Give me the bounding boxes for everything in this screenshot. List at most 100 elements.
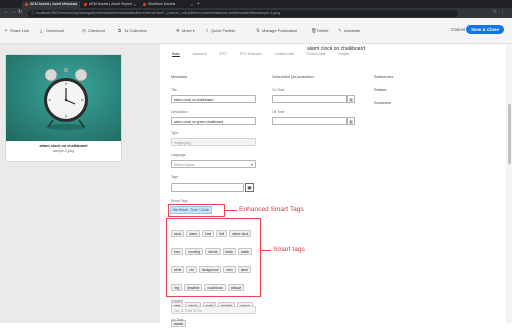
smart-tag[interactable]: minute [204, 247, 221, 255]
alarm-clock-image [44, 68, 88, 130]
smart-tags-annotation: Smart tags [273, 246, 305, 253]
chevron-down-icon: ▾ [250, 162, 253, 167]
metadata-tabs: Basic Advanced IPTC IPTC Extension Camer… [172, 52, 361, 57]
download-icon: ⤓ [40, 28, 42, 33]
tab-camera-data[interactable]: Camera Data [275, 52, 294, 56]
smart-tag[interactable]: clock [171, 229, 185, 237]
smart-tag[interactable]: time [202, 229, 215, 237]
asset-filename: sample-2.jpeg [52, 149, 75, 153]
created-field: Oct 11 2018 17:24 [171, 306, 256, 314]
checkout-button[interactable]: ⊟ Checkout [82, 28, 105, 34]
manage-publication-button[interactable]: ⇅ Manage Publication [256, 28, 297, 34]
smart-tag[interactable]: old [186, 265, 197, 273]
smart-tag[interactable]: alarm clock [229, 229, 252, 237]
annotate-button[interactable]: ✎ Annotate [338, 28, 360, 34]
smart-tag[interactable]: white [171, 265, 185, 273]
close-tab-icon[interactable]: × [134, 2, 136, 7]
tab-product-data[interactable]: Product Data [307, 52, 326, 56]
asset-card[interactable]: alarm clock on chalkboard sample-2.jpeg [5, 54, 122, 162]
to-collection-button[interactable]: ⧉ To Collection [118, 28, 147, 33]
back-icon[interactable]: ← [4, 9, 9, 15]
page-scrollbar[interactable] [506, 44, 512, 323]
type-label: Type [171, 131, 179, 135]
move-button[interactable]: ✥ Move ▾ [176, 28, 194, 34]
smart-tag[interactable]: background [198, 265, 222, 273]
smart-tag[interactable]: black [222, 247, 236, 255]
link-icon: ⚭ [4, 28, 8, 33]
type-field: image/jpeg [171, 138, 256, 146]
browser-tab-asset-metadata[interactable]: AEM Assets | Asset Metadata × [22, 1, 80, 8]
smart-tags-label: Smart Tags [171, 199, 188, 203]
references-section-title: References [374, 75, 394, 79]
browser-menu-icons[interactable]: ☆⋮ [493, 9, 508, 15]
annotate-icon: ✎ [338, 28, 342, 33]
calendar-icon[interactable]: ▦ [347, 95, 355, 103]
tab-insights[interactable]: Insights [338, 52, 349, 56]
calendar-icon[interactable]: ▦ [347, 117, 355, 125]
schedule-section-title: Scheduled (de)activation [272, 75, 314, 79]
smart-tag[interactable]: morning [185, 247, 203, 255]
tab-iptc[interactable]: IPTC [220, 52, 227, 56]
related-label: Related [374, 88, 387, 92]
off-time-field[interactable] [272, 117, 347, 125]
aem-favicon-icon [143, 3, 146, 6]
asset-thumbnail [6, 55, 121, 141]
tags-input[interactable] [171, 183, 244, 192]
language-label: Language [171, 153, 186, 157]
browser-tab-bar: AEM Assets | Asset Metadata × AEM Assets… [0, 0, 512, 8]
scrollbar-thumb[interactable] [507, 104, 511, 164]
aem-favicon-icon [25, 3, 28, 6]
on-time-field[interactable] [272, 95, 347, 103]
smart-tag[interactable]: hour [171, 247, 184, 255]
browser-tab-asset-report[interactable]: AEM Assets | Asset Report × [81, 1, 139, 8]
smart-tag[interactable]: antique [227, 283, 245, 291]
smart-tag[interactable]: bell [216, 229, 228, 237]
metadata-section-title: Metadata [171, 75, 187, 79]
language-select[interactable]: Select Option ▾ [171, 160, 256, 168]
delete-button[interactable]: 🗑Delete [311, 28, 329, 34]
action-toolbar: ⚭ Share Link ⤓ Download ⊟ Checkout ⧉ To Coll… [0, 18, 512, 44]
manage-publication-icon: ⇅ [256, 28, 260, 33]
aem-favicon-icon [84, 3, 87, 6]
enhanced-smart-tags-annotation: Enhanced Smart Tags [239, 206, 304, 213]
move-icon: ✥ [176, 28, 180, 33]
description-field[interactable]: alarm clock on green chalkboard [171, 117, 256, 125]
tag-browse-icon[interactable]: ▣ [245, 183, 254, 192]
collection-icon: ⧉ [118, 28, 122, 33]
tab-advanced[interactable]: Advanced [193, 52, 207, 56]
smart-tag[interactable]: alarm [186, 229, 201, 237]
download-button[interactable]: ⤓ Download [40, 28, 64, 33]
quick-publish-button[interactable]: ⇪ Quick Publish [205, 28, 235, 34]
on-time-label-bottom: On Time [171, 318, 184, 322]
cancel-button[interactable]: Cancel [451, 27, 465, 32]
save-close-button[interactable]: Save & Close [466, 25, 504, 34]
on-time-label: On Time [272, 88, 285, 92]
smart-tag[interactable]: ring [171, 283, 183, 291]
tags-label: Tags [171, 175, 178, 179]
close-tab-icon[interactable]: × [75, 2, 77, 7]
chevron-down-icon: ▾ [191, 29, 195, 33]
smart-tag[interactable]: watch [237, 247, 253, 255]
smart-tag[interactable]: retro [223, 265, 236, 273]
title-field[interactable]: alarm clock on chalkboard [171, 95, 256, 103]
title-label: Title [171, 88, 178, 92]
created-label: Created [171, 299, 183, 303]
tab-basic[interactable]: Basic [172, 52, 180, 57]
description-label: Description [171, 110, 188, 114]
enhanced-annotation-line [225, 210, 237, 211]
forward-icon[interactable]: → [11, 9, 16, 15]
checkout-icon: ⊟ [82, 28, 86, 33]
browser-tab-workflow-models[interactable]: Workflow Models × [140, 1, 196, 8]
new-tab-icon[interactable]: + [197, 1, 200, 7]
close-tab-icon[interactable]: × [191, 2, 193, 7]
share-link-button[interactable]: ⚭ Share Link [4, 28, 29, 34]
smart-tag[interactable]: timer [237, 265, 252, 273]
smart-tag[interactable]: countdown [204, 283, 226, 291]
url-field[interactable]: ⓘ localhost:4502/mnt/overlay/dam/gui/con… [28, 9, 458, 17]
reload-icon[interactable]: ↻ [18, 9, 22, 15]
info-icon: ⓘ [31, 11, 35, 15]
page-title: alarm clock on chalkboard [306, 46, 366, 52]
smart-tag[interactable]: deadline [184, 283, 203, 291]
enhanced-smart-tag[interactable]: We.Retail : Time / Clock [170, 206, 213, 214]
tab-iptc-extension[interactable]: IPTC Extension [240, 52, 262, 56]
